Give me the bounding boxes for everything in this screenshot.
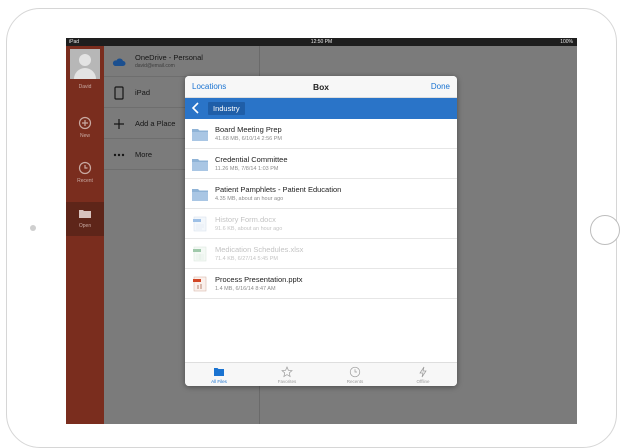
sidebar-user-name: David xyxy=(78,84,92,90)
home-button[interactable] xyxy=(590,215,620,245)
status-bar: iPad 12:50 PM 100% xyxy=(66,38,577,46)
file-meta: 41.68 MB, 6/10/14 2:56 PM xyxy=(215,136,282,142)
sidebar-item-open[interactable]: Open xyxy=(66,202,104,236)
clock-icon xyxy=(78,161,92,175)
place-title: OneDrive - Personal xyxy=(135,53,203,62)
tab-recents[interactable]: Recents xyxy=(321,363,389,386)
file-meta: 4.35 MB, about an hour ago xyxy=(215,196,284,202)
app-sidebar: David New Recent Open xyxy=(66,46,104,424)
place-title: More xyxy=(135,150,153,159)
sidebar-item-label: Recent xyxy=(77,178,93,184)
plus-icon xyxy=(114,119,124,129)
camera-dot xyxy=(30,225,36,231)
picker-title: Box xyxy=(312,82,330,92)
breadcrumb[interactable]: Industry xyxy=(208,102,245,115)
folder-icon xyxy=(192,159,208,171)
avatar-head xyxy=(79,54,91,66)
place-title: Add a Place xyxy=(135,119,176,128)
file-name: Process Presentation.pptx xyxy=(215,275,303,284)
sidebar-item-label: Open xyxy=(78,223,92,229)
folder-icon xyxy=(192,129,208,141)
file-name: Credential Committee xyxy=(215,155,288,164)
tablet-icon xyxy=(114,86,124,100)
file-row[interactable]: Patient Pamphlets - Patient Education 4.… xyxy=(185,179,457,209)
cloud-icon xyxy=(112,58,126,66)
star-icon xyxy=(281,366,293,378)
file-row[interactable]: Board Meeting Prep 41.68 MB, 6/10/14 2:5… xyxy=(185,119,457,149)
box-file-picker: Locations Box Done Industry Board Meetin… xyxy=(185,76,457,386)
file-name: Patient Pamphlets - Patient Education xyxy=(215,185,342,194)
status-time: 12:50 PM xyxy=(310,39,333,45)
picker-header: Locations Box Done xyxy=(185,76,457,98)
breadcrumb-bar: Industry xyxy=(185,98,457,119)
file-meta: 11.26 MB, 7/8/14 1:03 PM xyxy=(215,166,279,172)
file-meta: 71.4 KB, 6/27/14 5:45 PM xyxy=(215,256,278,262)
tab-label: Recents xyxy=(346,379,364,384)
picker-tab-bar: All Files Favorites Recents Offline xyxy=(185,362,457,386)
place-onedrive[interactable]: OneDrive - Personal david@email.com xyxy=(104,46,260,77)
sidebar-item-recent[interactable]: Recent xyxy=(66,161,104,191)
ellipsis-icon xyxy=(113,153,125,157)
place-subtitle: david@email.com xyxy=(135,63,175,69)
sidebar-item-new[interactable]: New xyxy=(66,116,104,146)
tab-offline[interactable]: Offline xyxy=(389,363,457,386)
done-button[interactable]: Done xyxy=(431,82,450,91)
excel-spreadsheet-icon xyxy=(193,246,207,262)
file-row[interactable]: Process Presentation.pptx 1.4 MB, 6/16/1… xyxy=(185,269,457,299)
tab-label: All Files xyxy=(211,379,227,384)
file-row: Medication Schedules.xlsx 71.4 KB, 6/27/… xyxy=(185,239,457,269)
lightning-icon xyxy=(419,366,427,378)
file-row: History Form.docx 91.6 KB, about an hour… xyxy=(185,209,457,239)
tab-favorites[interactable]: Favorites xyxy=(253,363,321,386)
powerpoint-presentation-icon xyxy=(193,276,207,292)
tab-all-files[interactable]: All Files xyxy=(185,363,253,386)
file-row[interactable]: Credential Committee 11.26 MB, 7/8/14 1:… xyxy=(185,149,457,179)
new-document-icon xyxy=(78,116,92,130)
file-list: Board Meeting Prep 41.68 MB, 6/10/14 2:5… xyxy=(185,119,457,299)
status-battery: 100% xyxy=(560,39,573,45)
file-name: History Form.docx xyxy=(215,215,276,224)
word-document-icon xyxy=(193,216,207,232)
file-meta: 91.6 KB, about an hour ago xyxy=(215,226,283,232)
avatar-body xyxy=(74,68,96,79)
avatar[interactable] xyxy=(70,49,100,79)
tab-label: Offline xyxy=(416,379,430,384)
sidebar-item-label: New xyxy=(79,133,90,139)
file-name: Medication Schedules.xlsx xyxy=(215,245,304,254)
file-meta: 1.4 MB, 6/16/14 8:47 AM xyxy=(215,286,276,292)
folder-icon xyxy=(192,189,208,201)
tab-label: Favorites xyxy=(277,379,297,384)
clock-icon xyxy=(349,366,361,378)
file-name: Board Meeting Prep xyxy=(215,125,282,134)
place-title: iPad xyxy=(135,88,151,97)
folder-icon xyxy=(214,368,224,376)
back-chevron-icon[interactable] xyxy=(190,101,202,115)
folder-icon xyxy=(79,210,91,218)
